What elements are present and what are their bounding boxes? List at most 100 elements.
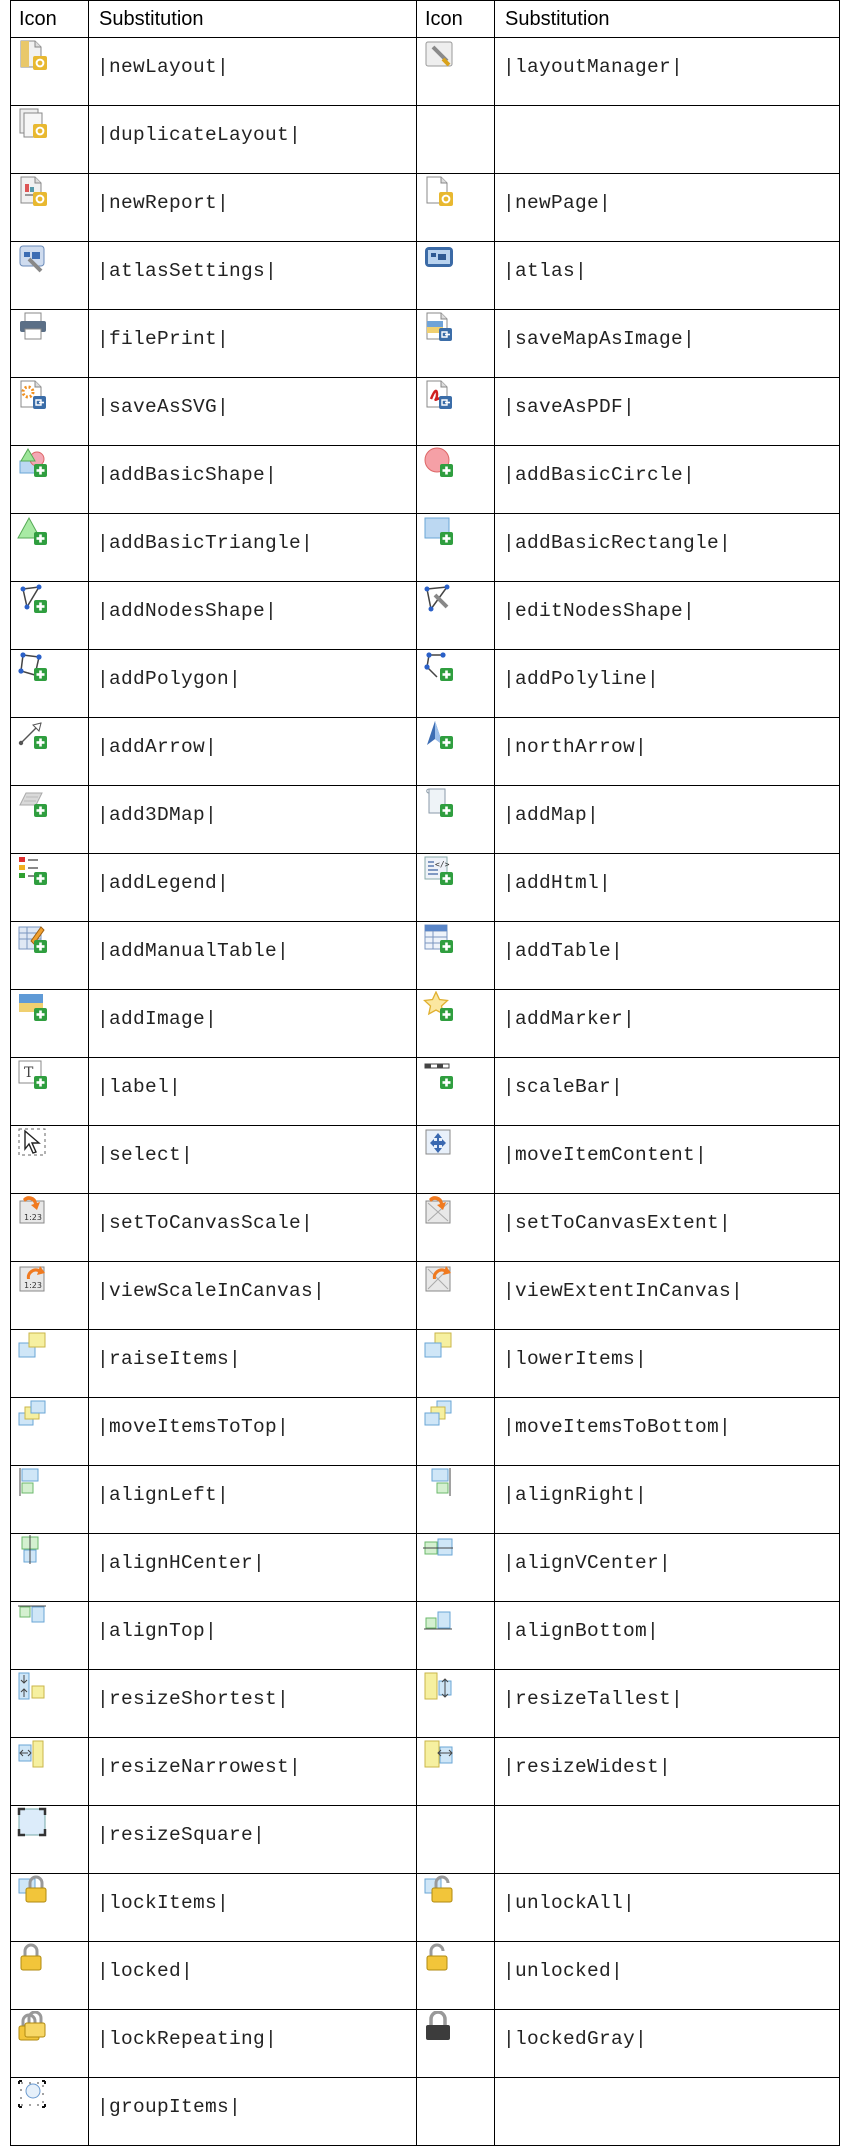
substitution-cell: |viewExtentInCanvas| xyxy=(494,1261,840,1330)
icon-cell xyxy=(416,1805,495,1874)
substitution-cell: |addBasicTriangle| xyxy=(88,513,417,582)
icon-cell xyxy=(10,1465,89,1534)
substitution-cell: |addBasicCircle| xyxy=(494,445,840,514)
table-row: |raiseItems| |lowerItems| xyxy=(10,1329,840,1398)
table-row: |alignHCenter| |alignVCenter| xyxy=(10,1533,840,1602)
layout-manager-icon xyxy=(425,41,453,67)
substitution-cell: |addMap| xyxy=(494,785,840,854)
icon-cell xyxy=(10,445,89,514)
add-image-icon xyxy=(19,994,47,1021)
table-row: |atlasSettings| |atlas| xyxy=(10,241,840,310)
substitution-cell: |scaleBar| xyxy=(494,1057,840,1126)
icon-cell xyxy=(10,1601,89,1670)
resize-narrowest-icon xyxy=(18,1740,44,1768)
icon-cell xyxy=(416,921,495,990)
table-row: |lockRepeating| |lockedGray| xyxy=(10,2009,840,2078)
add-nodes-shape-icon xyxy=(20,584,47,613)
substitution-cell: |setToCanvasScale| xyxy=(88,1193,417,1262)
substitution-cell: |addHtml| xyxy=(494,853,840,922)
svg-text:</>: </> xyxy=(435,860,450,869)
north-arrow-icon xyxy=(427,721,453,749)
icon-cell: 1:23 xyxy=(10,1193,89,1262)
icon-cell xyxy=(416,1737,495,1806)
icon-cell xyxy=(10,1329,89,1398)
icon-cell xyxy=(416,581,495,650)
icon-cell xyxy=(416,989,495,1058)
table-row: |lockItems| |unlockAll| xyxy=(10,1873,840,1942)
icon-cell xyxy=(416,2009,495,2078)
align-v-center-icon xyxy=(423,1538,453,1556)
icon-cell xyxy=(416,649,495,718)
save-as-pdf-icon xyxy=(426,380,452,409)
table-row: |locked| |unlocked| xyxy=(10,1941,840,2010)
substitution-cell: |saveMapAsImage| xyxy=(494,309,840,378)
substitution-cell: |unlockAll| xyxy=(494,1873,840,1942)
table-row: |add3DMap| |addMap| xyxy=(10,785,840,854)
scale-bar-icon xyxy=(424,1063,453,1089)
icon-cell xyxy=(10,2009,89,2078)
icon-cell xyxy=(10,1533,89,1602)
table-row: |addArrow| |northArrow| xyxy=(10,717,840,786)
header-substitution: Substitution xyxy=(88,0,417,38)
substitution-cell: |atlasSettings| xyxy=(88,241,417,310)
substitution-cell: |setToCanvasExtent| xyxy=(494,1193,840,1262)
substitution-cell: |filePrint| xyxy=(88,309,417,378)
icon-cell xyxy=(10,1669,89,1738)
group-items-icon xyxy=(18,2080,46,2108)
table-row: |groupItems| xyxy=(10,2077,840,2146)
icon-cell xyxy=(10,105,89,174)
duplicate-layout-icon xyxy=(19,108,47,138)
icon-cell xyxy=(416,785,495,854)
icon-cell xyxy=(416,1601,495,1670)
atlas-icon xyxy=(425,247,453,267)
add-marker-icon xyxy=(423,991,453,1021)
substitution-cell: |unlocked| xyxy=(494,1941,840,2010)
icon-cell xyxy=(10,853,89,922)
add-polyline-icon xyxy=(424,652,453,681)
edit-nodes-shape-icon xyxy=(424,584,450,612)
icon-cell xyxy=(416,1193,495,1262)
add-3d-map-icon xyxy=(19,792,47,817)
table-row: |select| |moveItemContent| xyxy=(10,1125,840,1194)
icon-cell xyxy=(10,2077,89,2146)
new-layout-icon xyxy=(20,40,47,70)
raise-items-icon xyxy=(18,1332,46,1358)
substitution-cell: |alignTop| xyxy=(88,1601,417,1670)
substitution-cell: |lockRepeating| xyxy=(88,2009,417,2078)
substitution-cell: |moveItemsToTop| xyxy=(88,1397,417,1466)
unlocked-icon xyxy=(426,1943,448,1971)
icon-cell xyxy=(10,921,89,990)
substitution-cell: |lockedGray| xyxy=(494,2009,840,2078)
substitution-cell: |resizeSquare| xyxy=(88,1805,417,1874)
icon-cell xyxy=(10,513,89,582)
align-bottom-icon xyxy=(424,1611,452,1630)
lock-items-icon xyxy=(18,1875,47,1903)
substitution-cell: |add3DMap| xyxy=(88,785,417,854)
substitution-cell: |select| xyxy=(88,1125,417,1194)
substitution-cell: |resizeNarrowest| xyxy=(88,1737,417,1806)
save-map-as-image-icon xyxy=(426,312,452,341)
unlock-all-icon xyxy=(424,1875,453,1903)
resize-tallest-icon xyxy=(424,1672,452,1700)
icon-cell xyxy=(10,173,89,242)
add-map-icon xyxy=(426,788,453,817)
substitution-cell: |addArrow| xyxy=(88,717,417,786)
substitution-cell: |layoutManager| xyxy=(494,37,840,106)
substitution-cell: |saveAsSVG| xyxy=(88,377,417,446)
icon-cell xyxy=(10,989,89,1058)
icon-cell xyxy=(416,1873,495,1942)
icon-cell xyxy=(416,37,495,106)
table-row: 1:23 |viewScaleInCanvas| |viewExtentInCanv… xyxy=(10,1261,840,1330)
file-print-icon xyxy=(20,312,46,340)
substitution-cell: |newReport| xyxy=(88,173,417,242)
label-icon: T xyxy=(18,1060,47,1089)
substitution-cell: |newPage| xyxy=(494,173,840,242)
add-table-icon xyxy=(424,924,453,953)
resize-shortest-icon xyxy=(18,1672,45,1700)
substitution-cell: |lockItems| xyxy=(88,1873,417,1942)
icon-cell xyxy=(10,1737,89,1806)
set-to-canvas-extent-icon xyxy=(425,1196,451,1224)
icon-cell xyxy=(416,513,495,582)
icon-cell xyxy=(10,785,89,854)
icon-cell xyxy=(416,1941,495,2010)
